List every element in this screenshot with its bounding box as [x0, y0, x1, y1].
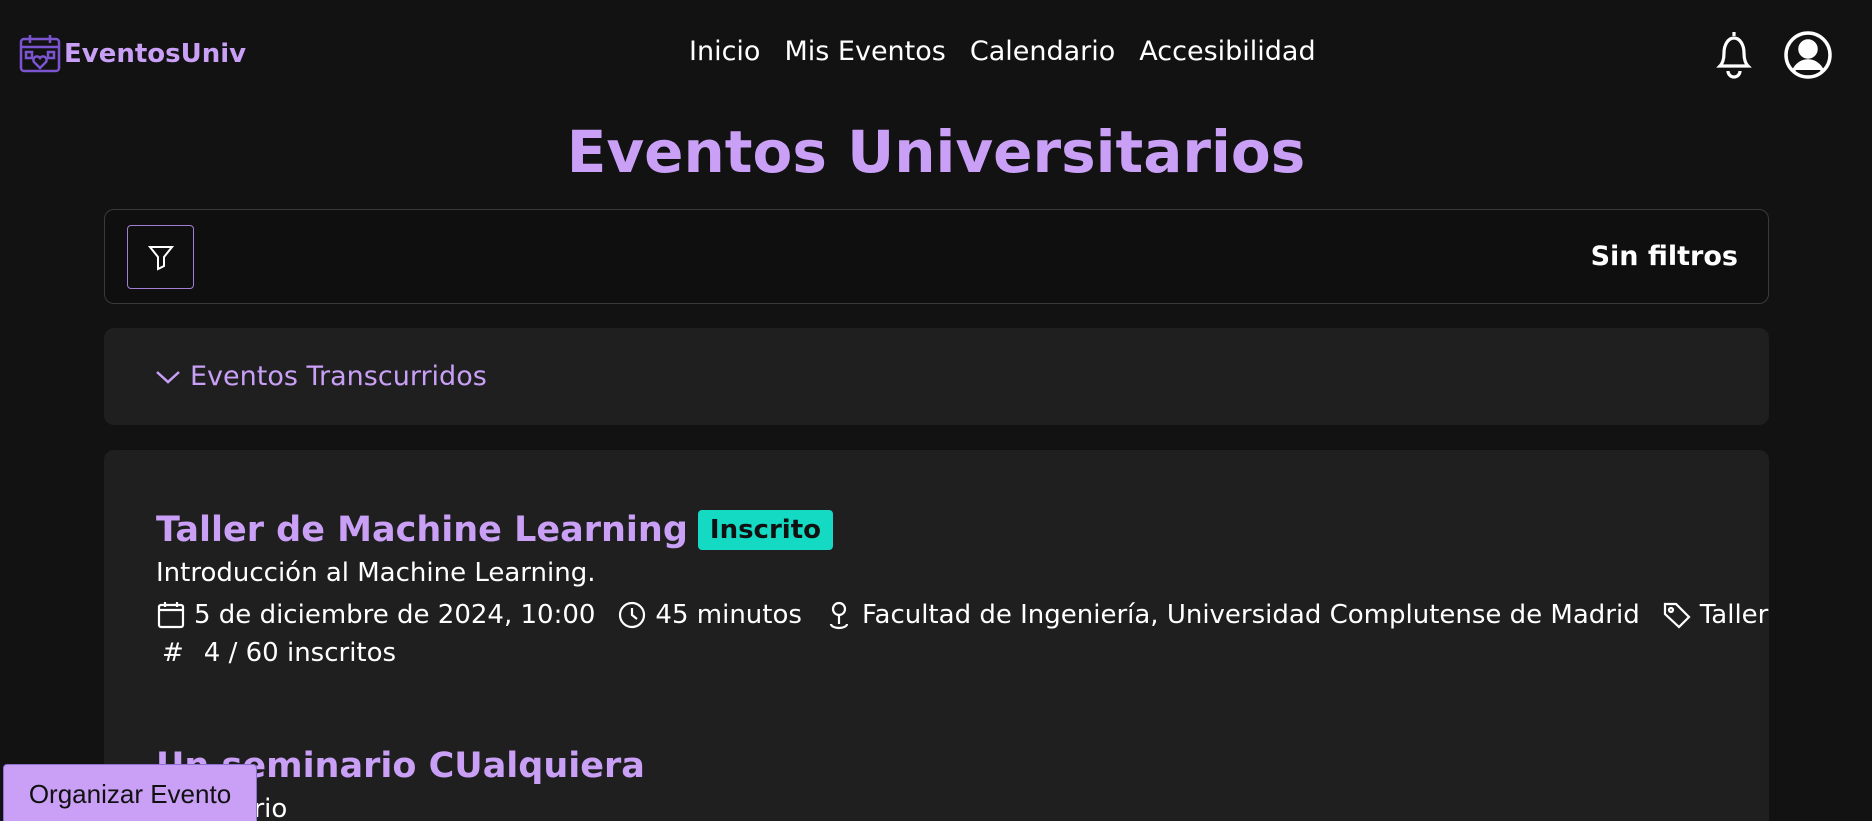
- organize-event-button[interactable]: Organizar Evento: [3, 764, 257, 821]
- filter-bar: Sin filtros: [104, 209, 1769, 304]
- filter-status: Sin filtros: [1590, 241, 1738, 272]
- event-meta: 5 de diciembre de 2024, 10:00 45 minutos…: [156, 600, 1769, 630]
- brand-logo[interactable]: EventosUniv: [18, 32, 246, 76]
- filter-button[interactable]: [127, 225, 194, 289]
- nav-link-calendario[interactable]: Calendario: [970, 36, 1115, 67]
- user-icon[interactable]: [1783, 30, 1833, 80]
- event-category: Taller: [1699, 600, 1769, 630]
- nav-link-mis-eventos[interactable]: Mis Eventos: [784, 36, 945, 67]
- calendar-icon: [157, 602, 185, 629]
- event-card[interactable]: Taller de Machine Learning Inscrito Intr…: [156, 510, 1769, 668]
- bell-icon[interactable]: [1710, 28, 1758, 80]
- nav-link-accesibilidad[interactable]: Accesibilidad: [1139, 36, 1315, 67]
- events-list: Taller de Machine Learning Inscrito Intr…: [104, 450, 1769, 821]
- main-nav: Inicio Mis Eventos Calendario Accesibili…: [689, 36, 1316, 67]
- past-events-accordion: Eventos Transcurridos: [104, 328, 1769, 425]
- nav-link-inicio[interactable]: Inicio: [689, 36, 760, 67]
- hash-icon: #: [162, 638, 184, 668]
- clock-icon: [619, 601, 646, 629]
- calendar-heart-icon: [19, 35, 61, 73]
- event-duration: 45 minutos: [655, 600, 802, 630]
- status-badge: Inscrito: [697, 510, 833, 550]
- past-events-toggle[interactable]: Eventos Transcurridos: [154, 361, 487, 392]
- event-description: Introducción al Machine Learning.: [156, 558, 596, 588]
- event-title[interactable]: Taller de Machine Learning: [156, 510, 688, 550]
- navbar: EventosUniv Inicio Mis Eventos Calendari…: [0, 0, 1872, 108]
- chevron-down-icon: [156, 370, 180, 384]
- filter-icon: [147, 246, 174, 271]
- tag-icon: [1663, 602, 1691, 629]
- event-enrolled: 4 / 60 inscritos: [203, 638, 397, 668]
- brand-name: EventosUniv: [64, 39, 247, 69]
- page-title: Eventos Universitarios: [566, 118, 1306, 186]
- location-pin-icon: [829, 601, 849, 630]
- event-location: Facultad de Ingeniería, Universidad Comp…: [861, 600, 1640, 630]
- event-date: 5 de diciembre de 2024, 10:00: [194, 600, 596, 630]
- past-events-label: Eventos Transcurridos: [190, 361, 487, 392]
